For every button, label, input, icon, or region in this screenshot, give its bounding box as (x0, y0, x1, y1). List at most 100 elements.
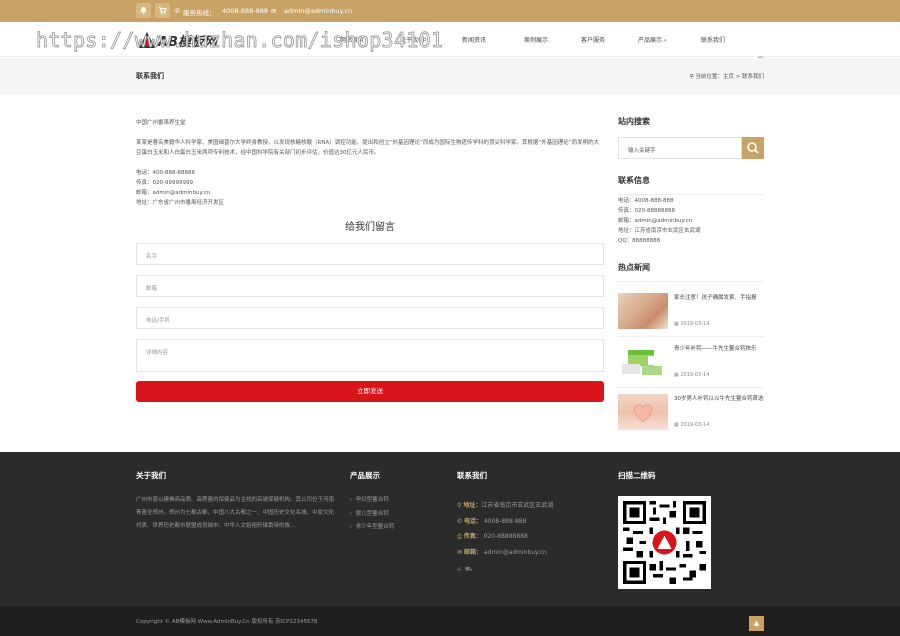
news-title[interactable]: 家长注意！孩子确属发索、手指报 (674, 294, 764, 303)
phone-number: 4008-888-888 (222, 7, 269, 15)
footer-contact-label: 电话： (463, 517, 482, 525)
sidebar-search-button[interactable] (742, 137, 764, 159)
email-address[interactable]: admin@adminbuy.cn (284, 7, 352, 15)
copyright-text: Copyright © AB模板网 Www.AdminBuy.Cn 版权所有 苏… (136, 619, 318, 625)
contact-fax: 传真：020-99999999 (136, 180, 193, 186)
nav-item-service[interactable]: 客户服务 (581, 35, 605, 44)
footer-contact-title: 联系我们 (457, 471, 487, 480)
bell-icon[interactable] (136, 3, 151, 18)
news-date: ▦ 2019-03-14 (674, 321, 709, 327)
contact-phone: 电话：400-888-88888 (136, 170, 195, 176)
nav-item-products[interactable]: 产品展示 ▾ (638, 35, 666, 44)
location-pin-icon: ⚲ (689, 74, 694, 80)
news-title[interactable]: 30岁男人补钙以以牛先生鳌合钙首选 (674, 395, 764, 404)
contact-info-list: 电话：4008-888-888 传真：020-88888888 邮箱：admin… (618, 196, 701, 246)
chevron-down-icon: ▾ (663, 38, 667, 44)
footer-contact-label: 地址： (463, 502, 482, 509)
form-title: 给我们留言 (345, 222, 395, 233)
footer-product-link[interactable]: › 青少年型鳌合钙 (350, 521, 394, 535)
name-field[interactable]: 名字 (136, 243, 604, 265)
news-item[interactable]: 30岁男人补钙以以牛先生鳌合钙首选 ▦ 2019-03-14 (618, 394, 764, 432)
phone-icon: ✆ (175, 7, 181, 15)
company-name: 中国广州番禺养生堂 (136, 120, 186, 126)
hot-news-widget: 热点新闻 (618, 262, 764, 282)
chevron-right-icon: › (350, 524, 353, 530)
footer-phone: 4008-888-888 (483, 517, 527, 525)
divider (618, 336, 764, 337)
contact-info-widget: 联系信息 (618, 175, 764, 195)
chevron-right-icon: › (350, 497, 353, 503)
contact-content: 中国广州番禺养生堂 某某是著名美籍华人科学家、美国细普尔大学终身教授，以发现核糖… (136, 118, 604, 208)
chevron-up-icon: ▲ (753, 619, 760, 627)
news-thumbnail[interactable] (618, 293, 668, 329)
cart-icon[interactable]: ⛟ (465, 566, 473, 573)
info-phone: 电话：4008-888-888 (618, 198, 674, 204)
divider (618, 281, 764, 282)
news-date: ▦ 2019-03-14 (674, 422, 709, 428)
news-item[interactable]: 家长注意！孩子确属发索、手指报 ▦ 2019-03-14 (618, 293, 764, 331)
nav-item-contact[interactable]: 联系我们 (701, 35, 725, 44)
breadcrumb-prefix: 当前位置： (695, 74, 723, 80)
breadcrumb-home[interactable]: 主页 (723, 74, 734, 80)
footer-qr-title: 扫描二维码 (618, 471, 656, 480)
top-bar: ✆ 服务热线： 4008-888-888 ✉ admin@adminbuy.cn (0, 0, 900, 22)
footer-contact-label: 邮箱： (463, 548, 482, 556)
location-pin-icon: ⚲ (457, 502, 462, 509)
news-title[interactable]: 青少年补钙——牛先生鳌合钙快乐 (674, 345, 764, 354)
mail-icon: ✉ (271, 7, 277, 15)
company-intro: 某某是著名美籍华人科学家、美国细普尔大学终身教授，以发现核糖核酸（RNA）调控功… (136, 140, 600, 156)
info-fax: 传真：020-88888888 (618, 208, 675, 214)
footer-fax: 020-88888888 (483, 533, 528, 540)
back-to-top-button[interactable]: ▲ (749, 616, 764, 631)
footer-contact-label: 传真： (463, 533, 482, 540)
sidebar-search-input[interactable]: 输入关键字 (618, 137, 742, 159)
news-date: ▦ 2019-03-14 (674, 372, 709, 378)
footer-address: 江苏省南京市玄武区玄武湖 (481, 502, 554, 509)
divider (618, 194, 764, 195)
news-date-text: 2019-03-14 (680, 321, 710, 327)
news-thumbnail[interactable] (618, 344, 668, 380)
news-item[interactable]: 青少年补钙——牛先生鳌合钙快乐 ▦ 2019-03-14 (618, 344, 764, 382)
footer-about-title: 关于我们 (136, 471, 166, 480)
page-banner: 联系我们 ⚲ 当前位置：主页 > 联系我们 (0, 58, 900, 95)
footer-email[interactable]: admin@adminbuy.cn (484, 549, 547, 556)
contact-info-title: 联系信息 (618, 176, 650, 185)
cart-icon[interactable] (155, 3, 170, 18)
footer-product-link[interactable]: › 孕妇型鳌合钙 (350, 494, 394, 508)
phone-label: 服务热线： (183, 9, 216, 17)
submit-button[interactable]: 立即发送 (136, 381, 604, 402)
contact-address: 地址：广东省广州市番禺经济开发区 (136, 200, 225, 206)
hot-news-title: 热点新闻 (618, 263, 650, 272)
news-thumbnail[interactable] (618, 394, 668, 430)
site-footer: 关于我们 广州市恩以建佛商品质、高质量的保健品为主线的高端保健机构。其公司位于河… (0, 452, 900, 606)
search-title: 站内搜索 (618, 117, 650, 126)
info-qq: QQ：88888888 (618, 238, 661, 244)
copyright-bar: Copyright © AB模板网 Www.AdminBuy.Cn 版权所有 苏… (0, 606, 900, 636)
nav-item-cases[interactable]: 案例展示 (524, 35, 548, 44)
page-title: 联系我们 (136, 72, 164, 80)
calendar-icon: ▦ (674, 321, 679, 327)
breadcrumb-separator: > (735, 74, 741, 80)
footer-contact-list: ⚲ 地址：江苏省南京市玄武区玄武湖 ✆ 电话： 4008-888-888 ⎙ 传… (457, 498, 553, 578)
news-date-text: 2019-03-14 (680, 422, 710, 428)
info-email: 邮箱：admin@adminbuy.cn (618, 218, 693, 224)
phone-field[interactable]: 电话/手机 (136, 307, 604, 329)
calendar-icon: ▦ (674, 422, 679, 428)
search-widget: 站内搜索 (618, 116, 764, 127)
calendar-icon: ▦ (674, 372, 679, 378)
email-field[interactable]: 邮箱 (136, 275, 604, 297)
bell-icon[interactable]: ⍾ (457, 566, 461, 573)
news-date-text: 2019-03-14 (680, 372, 710, 378)
fax-icon: ⎙ (457, 533, 462, 540)
watermark: https://www.huzhan.com/ishop34101 (36, 28, 444, 53)
search-icon (747, 142, 759, 154)
divider (618, 387, 764, 388)
qr-code (618, 496, 711, 589)
message-field[interactable]: 详细内容 (136, 339, 604, 372)
nav-item-news[interactable]: 新闻资讯 (462, 35, 486, 44)
contact-email: 邮箱：admin@adminbuy.cn (136, 190, 211, 196)
breadcrumb: ⚲ 当前位置：主页 > 联系我们 (690, 72, 764, 80)
footer-about-text: 广州市恩以建佛商品质、高质量的保健品为主线的高端保健机构。其公司位于河南菁善全郑… (136, 497, 335, 529)
footer-product-link[interactable]: › 婴儿型鳌合钙 (350, 508, 394, 522)
phone-icon: ✆ (457, 517, 463, 525)
